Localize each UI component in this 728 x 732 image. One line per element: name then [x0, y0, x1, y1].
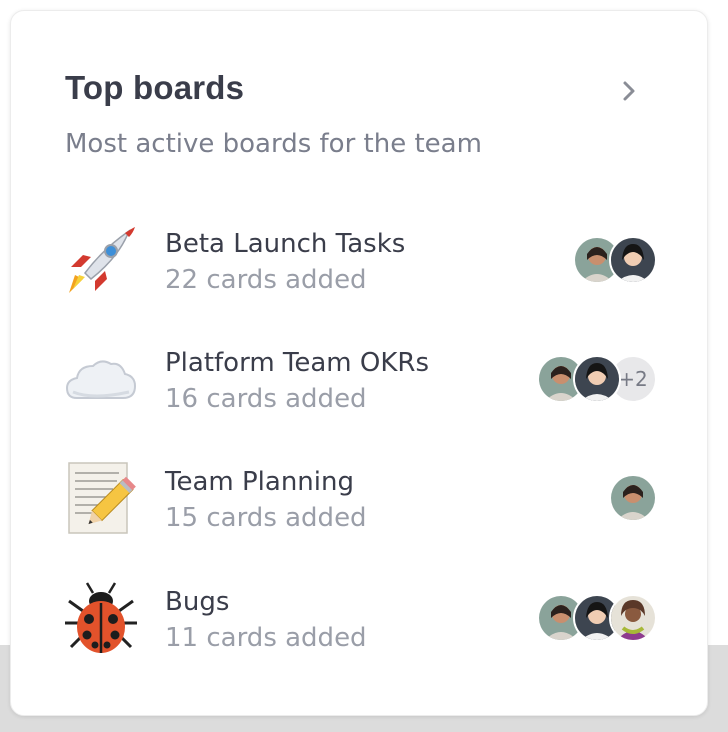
board-count: 15 cards added — [165, 503, 367, 533]
board-name[interactable]: Platform Team OKRs — [165, 348, 429, 378]
cloud-icon — [63, 342, 139, 418]
board-row[interactable]: Platform Team OKRs 16 cards added +2 — [11, 342, 709, 432]
avatar — [609, 236, 657, 284]
memo-icon — [63, 461, 139, 537]
rocket-icon — [63, 223, 139, 299]
board-name[interactable]: Bugs — [165, 587, 229, 617]
avatar — [609, 594, 657, 642]
avatar — [609, 474, 657, 522]
board-row[interactable]: Bugs 11 cards added — [11, 581, 709, 671]
avatar-group — [537, 594, 657, 642]
avatar-group: +2 — [537, 355, 657, 403]
card-title: Top boards — [65, 69, 245, 106]
top-boards-card: Top boards Most active boards for the te… — [10, 10, 708, 716]
card-subtitle: Most active boards for the team — [65, 129, 482, 159]
board-count: 16 cards added — [165, 384, 367, 414]
board-count: 11 cards added — [165, 623, 367, 653]
avatar-group — [609, 474, 657, 522]
board-name[interactable]: Team Planning — [165, 467, 354, 497]
board-count: 22 cards added — [165, 265, 367, 295]
board-row[interactable]: Beta Launch Tasks 22 cards added — [11, 223, 709, 313]
avatar — [573, 355, 621, 403]
ladybug-icon — [63, 581, 139, 657]
board-name[interactable]: Beta Launch Tasks — [165, 229, 405, 259]
avatar-group — [573, 236, 657, 284]
chevron-right-icon[interactable] — [615, 77, 643, 105]
board-row[interactable]: Team Planning 15 cards added — [11, 461, 709, 551]
